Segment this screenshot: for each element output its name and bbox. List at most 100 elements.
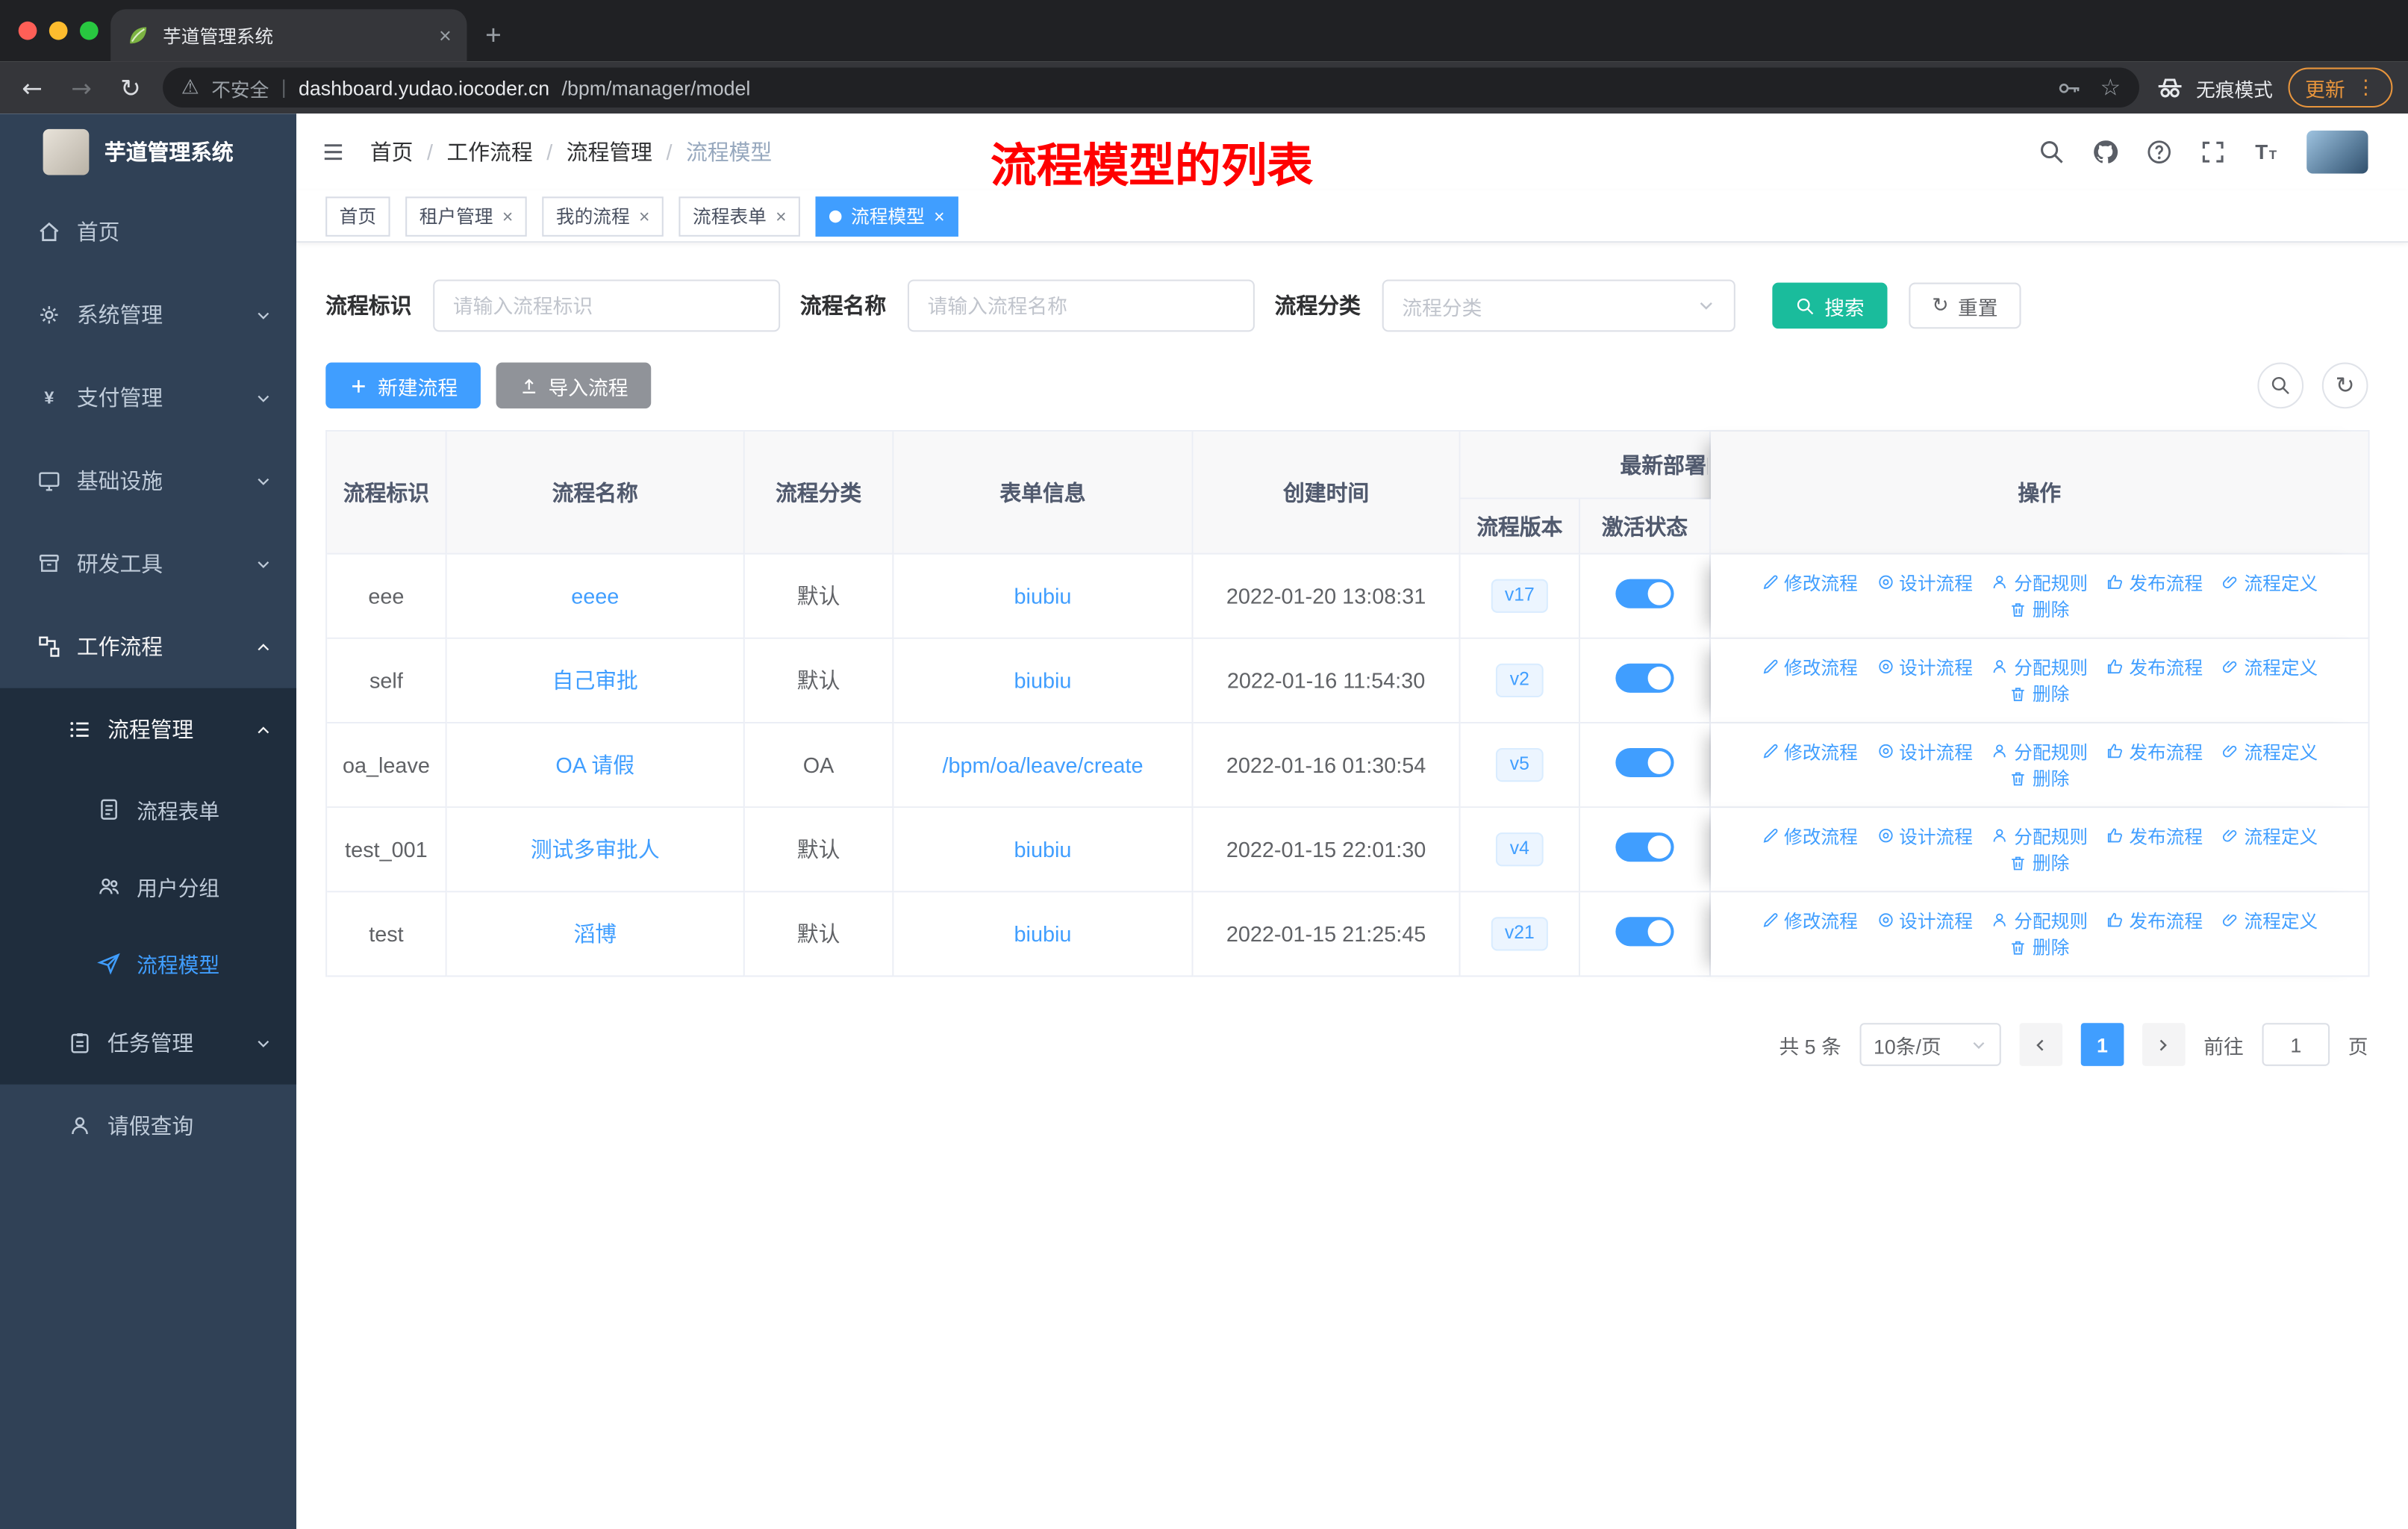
avatar[interactable] [2306, 130, 2368, 174]
delete-process-link[interactable]: 删除 [2009, 680, 2069, 706]
design-process-link[interactable]: 设计流程 [1876, 569, 1973, 595]
close-icon[interactable]: × [502, 205, 513, 227]
forward-button[interactable]: → [64, 73, 98, 102]
assign-rule-link[interactable]: 分配规则 [1991, 569, 2088, 595]
search-icon[interactable] [2038, 138, 2065, 166]
process-definition-link[interactable]: 流程定义 [2221, 569, 2318, 595]
process-definition-link[interactable]: 流程定义 [2221, 653, 2318, 679]
design-process-link[interactable]: 设计流程 [1876, 823, 1973, 849]
active-toggle[interactable] [1615, 747, 1674, 778]
sidebar-item-system[interactable]: 系统管理 [0, 273, 296, 356]
process-category-select[interactable]: 流程分类 [1382, 279, 1735, 332]
assign-rule-link[interactable]: 分配规则 [1991, 738, 2088, 764]
process-name-link[interactable]: 自己审批 [552, 668, 638, 693]
new-tab-button[interactable]: + [485, 20, 502, 52]
sidebar-item-home[interactable]: 首页 [0, 190, 296, 273]
edit-process-link[interactable]: 修改流程 [1761, 653, 1858, 679]
tag-my-process[interactable]: 我的流程 × [542, 196, 664, 236]
sidebar-item-leave-query[interactable]: 请假查询 [0, 1085, 296, 1168]
assign-rule-link[interactable]: 分配规则 [1991, 823, 2088, 849]
form-info-link[interactable]: biubiu [1014, 668, 1072, 693]
form-info-link[interactable]: biubiu [1014, 921, 1072, 946]
publish-process-link[interactable]: 发布流程 [2106, 907, 2203, 933]
edit-process-link[interactable]: 修改流程 [1761, 569, 1858, 595]
process-name-input[interactable] [907, 279, 1255, 332]
sidebar-item-payment[interactable]: 支付管理 [0, 356, 296, 439]
sidebar-item-process-form[interactable]: 流程表单 [0, 771, 296, 848]
process-name-link[interactable]: eeee [571, 584, 619, 608]
update-browser-button[interactable]: 更新 ⋮ [2288, 67, 2393, 108]
prev-page-button[interactable] [2019, 1023, 2063, 1066]
next-page-button[interactable] [2142, 1023, 2186, 1066]
publish-process-link[interactable]: 发布流程 [2106, 738, 2203, 764]
sidebar-item-process-model[interactable]: 流程模型 [0, 925, 296, 1002]
help-icon[interactable] [2145, 138, 2173, 166]
process-definition-link[interactable]: 流程定义 [2221, 738, 2318, 764]
tag-tenant[interactable]: 租户管理 × [405, 196, 527, 236]
breadcrumb-home[interactable]: 首页 [370, 137, 414, 167]
key-icon[interactable] [2056, 75, 2082, 101]
breadcrumb-workflow[interactable]: 工作流程 [446, 137, 532, 167]
minimize-window-button[interactable] [49, 21, 68, 40]
design-process-link[interactable]: 设计流程 [1876, 653, 1973, 679]
create-process-button[interactable]: 新建流程 [325, 362, 481, 409]
show-search-button[interactable] [2257, 362, 2304, 409]
reset-button[interactable]: ↻ 重置 [1909, 282, 2021, 329]
sidebar-item-process-management[interactable]: 流程管理 [0, 688, 296, 771]
design-process-link[interactable]: 设计流程 [1876, 738, 1973, 764]
font-size-icon[interactable] [2253, 138, 2280, 166]
sidebar-item-workflow[interactable]: 工作流程 [0, 605, 296, 688]
refresh-table-button[interactable]: ↻ [2321, 362, 2368, 409]
design-process-link[interactable]: 设计流程 [1876, 907, 1973, 933]
process-definition-link[interactable]: 流程定义 [2221, 907, 2318, 933]
goto-page-input[interactable] [2262, 1023, 2330, 1066]
close-icon[interactable]: × [776, 205, 786, 227]
active-toggle[interactable] [1615, 832, 1674, 862]
page-size-select[interactable]: 10条/页 [1859, 1023, 2001, 1066]
process-name-link[interactable]: 滔博 [573, 921, 617, 946]
process-name-link[interactable]: 测试多审批人 [531, 837, 660, 862]
browser-tab[interactable]: 芋道管理系统 × [110, 9, 467, 62]
process-name-link[interactable]: OA 请假 [555, 753, 634, 777]
delete-process-link[interactable]: 删除 [2009, 765, 2069, 791]
tag-process-model[interactable]: 流程模型 × [815, 196, 959, 236]
zoom-window-button[interactable] [79, 21, 99, 40]
bookmark-star-icon[interactable]: ☆ [2100, 74, 2121, 102]
close-icon[interactable]: × [639, 205, 649, 227]
process-id-input[interactable] [433, 279, 781, 332]
publish-process-link[interactable]: 发布流程 [2106, 653, 2203, 679]
back-button[interactable]: ← [16, 73, 49, 102]
active-toggle[interactable] [1615, 579, 1674, 608]
fullscreen-icon[interactable] [2199, 138, 2227, 166]
assign-rule-link[interactable]: 分配规则 [1991, 907, 2088, 933]
search-button[interactable]: 搜索 [1772, 282, 1888, 329]
edit-process-link[interactable]: 修改流程 [1761, 738, 1858, 764]
active-toggle[interactable] [1615, 917, 1674, 947]
tag-process-form[interactable]: 流程表单 × [679, 196, 801, 236]
form-info-link[interactable]: biubiu [1014, 584, 1072, 608]
tab-close-icon[interactable]: × [439, 23, 452, 48]
publish-process-link[interactable]: 发布流程 [2106, 823, 2203, 849]
sidebar-item-task-management[interactable]: 任务管理 [0, 1001, 296, 1084]
sidebar-item-devtools[interactable]: 研发工具 [0, 523, 296, 605]
active-toggle[interactable] [1615, 663, 1674, 693]
edit-process-link[interactable]: 修改流程 [1761, 907, 1858, 933]
delete-process-link[interactable]: 删除 [2009, 850, 2069, 876]
close-icon[interactable]: × [934, 205, 944, 227]
publish-process-link[interactable]: 发布流程 [2106, 569, 2203, 595]
close-window-button[interactable] [18, 21, 37, 40]
address-bar[interactable]: ⚠ 不安全 | dashboard.yudao.iocoder.cn /bpm/… [163, 67, 2139, 108]
reload-button[interactable]: ↻ [113, 73, 147, 102]
sidebar-item-infrastructure[interactable]: 基础设施 [0, 439, 296, 522]
form-info-link[interactable]: biubiu [1014, 837, 1072, 862]
hamburger-icon[interactable] [321, 140, 346, 164]
browser-menu-icon[interactable]: ⋮ [2356, 76, 2376, 99]
tag-home[interactable]: 首页 [325, 196, 390, 236]
github-icon[interactable] [2092, 138, 2119, 166]
sidebar-item-user-group[interactable]: 用户分组 [0, 848, 296, 925]
breadcrumb-process-management[interactable]: 流程管理 [567, 137, 652, 167]
delete-process-link[interactable]: 删除 [2009, 934, 2069, 960]
process-definition-link[interactable]: 流程定义 [2221, 823, 2318, 849]
sidebar-logo[interactable]: 芋道管理系统 [0, 113, 296, 190]
form-info-link[interactable]: /bpm/oa/leave/create [942, 753, 1143, 777]
